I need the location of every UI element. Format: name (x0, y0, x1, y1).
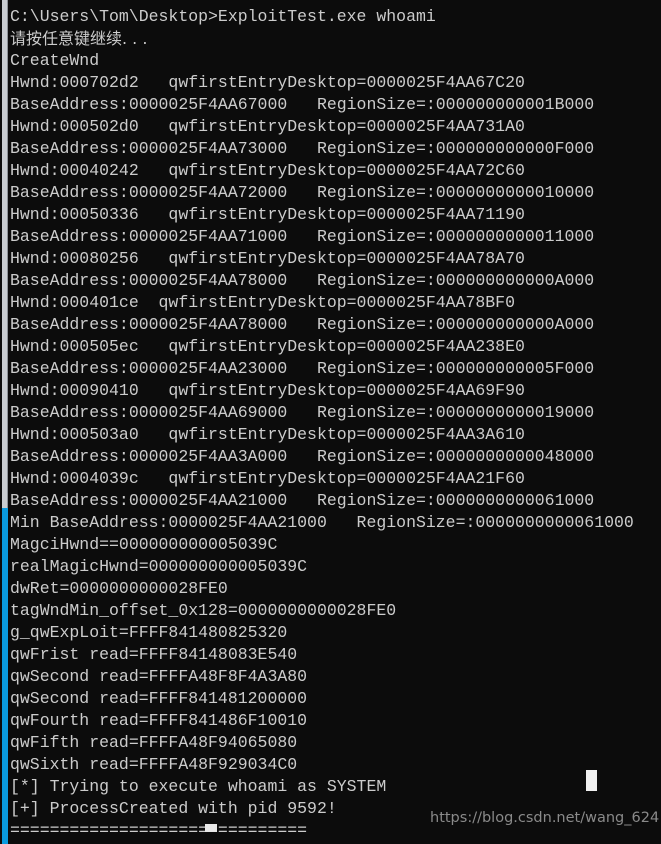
console-line: Hwnd:0004039c qwfirstEntryDesktop=000002… (10, 469, 525, 488)
block-cursor (586, 770, 597, 791)
console-line: 请按任意键继续. . . (10, 29, 148, 48)
console-line: qwSixth read=FFFFA48F929034C0 (10, 755, 298, 774)
console-line: Hwnd:000502d0 qwfirstEntryDesktop=000002… (10, 117, 525, 136)
console-line: [*] Trying to execute whoami as SYSTEM (10, 777, 387, 796)
console-line: Hwnd:00090410 qwfirstEntryDesktop=000002… (10, 381, 525, 400)
console-line: BaseAddress:0000025F4AA71000 RegionSize=… (10, 227, 595, 246)
console-line: Hwnd:000702d2 qwfirstEntryDesktop=000002… (10, 73, 525, 92)
console-line: Hwnd:00080256 qwfirstEntryDesktop=000002… (10, 249, 525, 268)
console-line: qwSecond read=FFFF841481200000 (10, 689, 308, 708)
console-line: qwFourth read=FFFF841486F10010 (10, 711, 308, 730)
console-line: Hwnd:00040242 qwfirstEntryDesktop=000002… (10, 161, 525, 180)
console-line: Hwnd:000401ce qwfirstEntryDesktop=000002… (10, 293, 515, 312)
console-line: tagWndMin_offset_0x128=0000000000028FE0 (10, 601, 397, 620)
console-line: BaseAddress:0000025F4AA72000 RegionSize=… (10, 183, 595, 202)
console-line: qwFifth read=FFFFA48F94065080 (10, 733, 298, 752)
console-line: Hwnd:000505ec qwfirstEntryDesktop=000002… (10, 337, 525, 356)
console-line: BaseAddress:0000025F4AA78000 RegionSize=… (10, 271, 595, 290)
watermark-url: https://blog.csdn.net/wang_624 (430, 810, 660, 826)
console-line: Min BaseAddress:0000025F4AA21000 RegionS… (10, 513, 634, 532)
console-line: g_qwExpLoit=FFFF841480825320 (10, 623, 288, 642)
console-line: BaseAddress:0000025F4AA73000 RegionSize=… (10, 139, 595, 158)
command-prompt-window[interactable]: C:\Users\Tom\Desktop>ExploitTest.exe who… (0, 0, 661, 844)
console-line: BaseAddress:0000025F4AA67000 RegionSize=… (10, 95, 595, 114)
console-line: BaseAddress:0000025F4AA3A000 RegionSize=… (10, 447, 595, 466)
console-line: C:\Users\Tom\Desktop>ExploitTest.exe who… (10, 7, 436, 26)
console-line: dwRet=0000000000028FE0 (10, 579, 228, 598)
vertical-scrollbar-thumb[interactable] (2, 0, 8, 508)
console-line: BaseAddress:0000025F4AA78000 RegionSize=… (10, 315, 595, 334)
prompt-underscore-cursor (205, 824, 217, 832)
console-line: BaseAddress:0000025F4AA21000 RegionSize=… (10, 491, 595, 510)
console-line: MagciHwnd==000000000005039C (10, 535, 278, 554)
console-line: qwFrist read=FFFF84148083E540 (10, 645, 298, 664)
console-output: C:\Users\Tom\Desktop>ExploitTest.exe who… (10, 6, 661, 844)
console-line: Hwnd:00050336 qwfirstEntryDesktop=000002… (10, 205, 525, 224)
console-line: qwSecond read=FFFFA48F8F4A3A80 (10, 667, 308, 686)
console-line: realMagicHwnd=000000000005039C (10, 557, 308, 576)
console-line: Hwnd:000503a0 qwfirstEntryDesktop=000002… (10, 425, 525, 444)
console-line: CreateWnd (10, 51, 100, 70)
console-line: BaseAddress:0000025F4AA69000 RegionSize=… (10, 403, 595, 422)
console-line: BaseAddress:0000025F4AA23000 RegionSize=… (10, 359, 595, 378)
